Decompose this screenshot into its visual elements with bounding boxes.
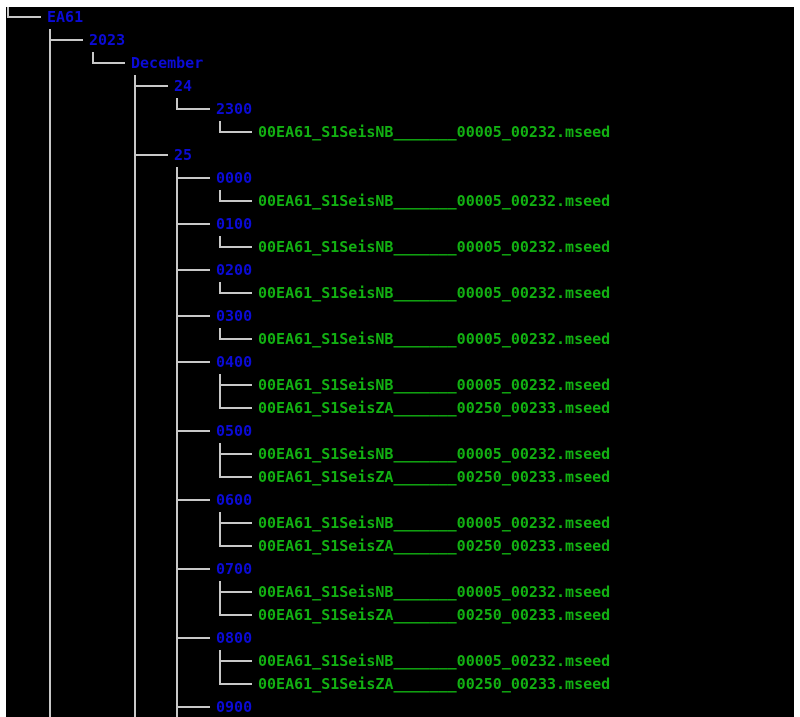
- folder-hour-0500[interactable]: 0500: [216, 420, 252, 443]
- mseed-file[interactable]: 00EA61_S1SeisNB_______00005_00232.mseed: [258, 282, 610, 305]
- folder-hour-0600[interactable]: 0600: [216, 489, 252, 512]
- mseed-file[interactable]: 00EA61_S1SeisNB_______00005_00232.mseed: [258, 443, 610, 466]
- mseed-file[interactable]: 00EA61_S1SeisNB_______00005_00232.mseed: [258, 512, 610, 535]
- mseed-file[interactable]: 00EA61_S1SeisZA_______00250_00233.mseed: [258, 466, 610, 489]
- mseed-file[interactable]: 00EA61_S1SeisNB_______00005_00232.mseed: [258, 581, 610, 604]
- folder-december[interactable]: December: [131, 52, 203, 75]
- folder-hour-0300[interactable]: 0300: [216, 305, 252, 328]
- mseed-file[interactable]: 00EA61_S1SeisNB_______00005_00232.mseed: [258, 121, 610, 144]
- folder-hour-0200[interactable]: 0200: [216, 259, 252, 282]
- folder-hour-0900[interactable]: 0900: [216, 696, 252, 717]
- mseed-file[interactable]: 00EA61_S1SeisNB_______00005_00232.mseed: [258, 190, 610, 213]
- mseed-file[interactable]: 00EA61_S1SeisNB_______00005_00232.mseed: [258, 236, 610, 259]
- folder-2023[interactable]: 2023: [89, 29, 125, 52]
- mseed-file[interactable]: 00EA61_S1SeisZA_______00250_00233.mseed: [258, 673, 610, 696]
- folder-hour-0400[interactable]: 0400: [216, 351, 252, 374]
- mseed-file[interactable]: 00EA61_S1SeisNB_______00005_00232.mseed: [258, 374, 610, 397]
- folder-hour-0100[interactable]: 0100: [216, 213, 252, 236]
- mseed-file[interactable]: 00EA61_S1SeisNB_______00005_00232.mseed: [258, 650, 610, 673]
- folder-hour-0000[interactable]: 0000: [216, 167, 252, 190]
- folder-hour-0700[interactable]: 0700: [216, 558, 252, 581]
- mseed-file[interactable]: 00EA61_S1SeisZA_______00250_00233.mseed: [258, 604, 610, 627]
- mseed-file[interactable]: 00EA61_S1SeisNB_______00005_00232.mseed: [258, 328, 610, 351]
- folder-ea61[interactable]: EA61: [47, 7, 83, 29]
- folder-hour-0800[interactable]: 0800: [216, 627, 252, 650]
- mseed-file[interactable]: 00EA61_S1SeisZA_______00250_00233.mseed: [258, 535, 610, 558]
- terminal-window: EA61 2023 December 24 2300 00EA61_S1SeisNB___…: [6, 7, 794, 717]
- folder-day-24[interactable]: 24: [174, 75, 192, 98]
- folder-day-25[interactable]: 25: [174, 144, 192, 167]
- mseed-file[interactable]: 00EA61_S1SeisZA_______00250_00233.mseed: [258, 397, 610, 420]
- directory-tree: EA61 2023 December 24 2300 00EA61_S1SeisNB___…: [6, 7, 794, 717]
- folder-hour-2300[interactable]: 2300: [216, 98, 252, 121]
